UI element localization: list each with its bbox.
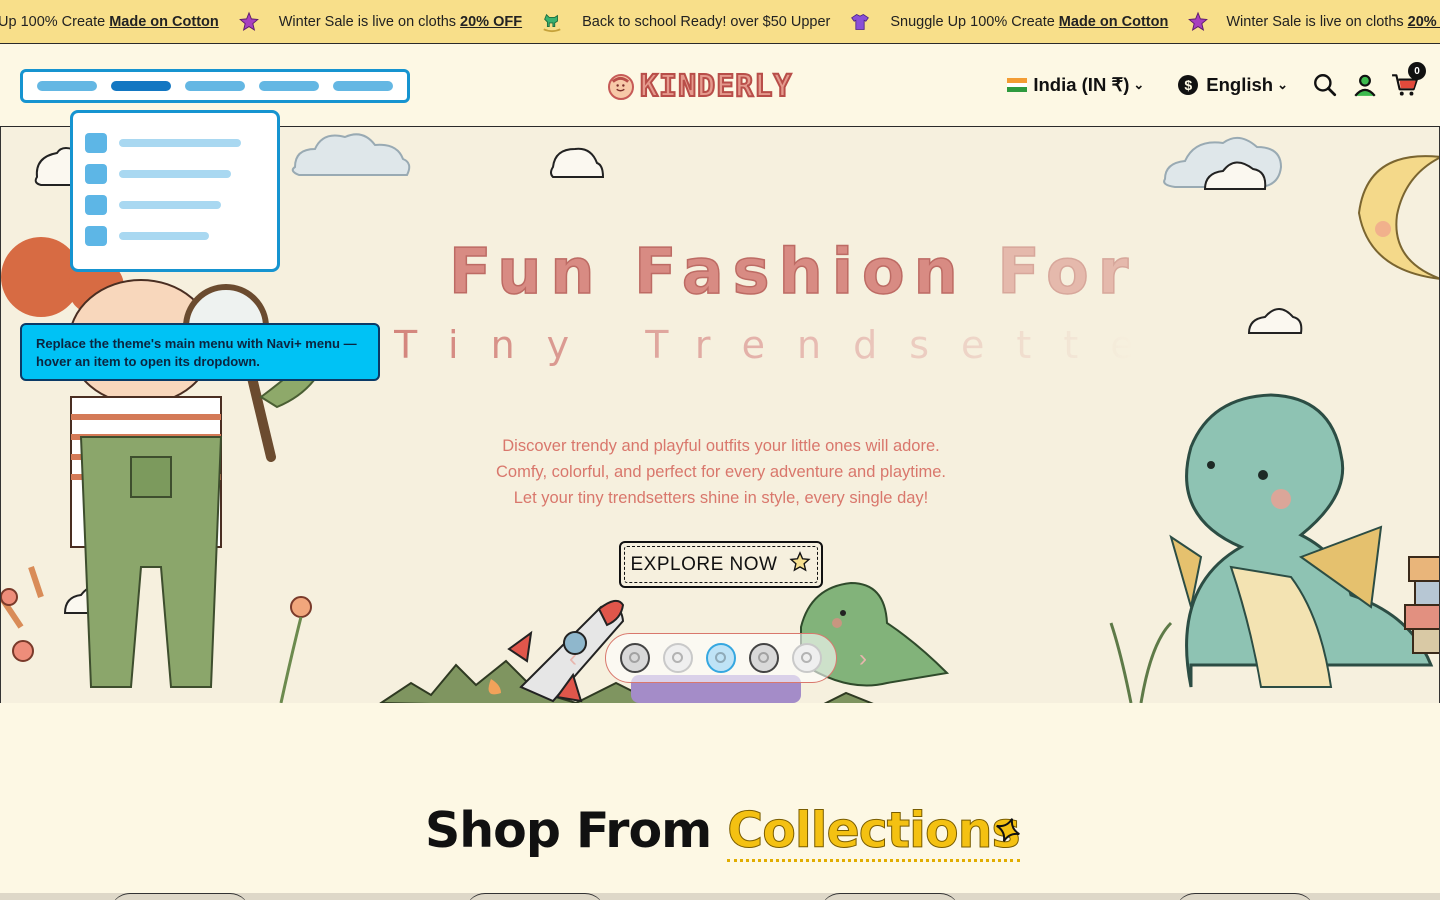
cloud-icon	[550, 147, 605, 178]
dropdown-item[interactable]	[85, 226, 265, 246]
site-logo[interactable]: KINDERLY	[608, 68, 793, 105]
announcement-item[interactable]: Back to school Ready! over $50 Upper	[582, 14, 830, 30]
hero-description: Discover trendy and playful outfits your…	[496, 437, 946, 507]
header-actions: India (IN ₹) ⌄ $ English ⌄ 0	[1007, 62, 1426, 100]
star-icon	[1168, 11, 1228, 33]
language-selector[interactable]: $ English ⌄	[1178, 74, 1288, 96]
collection-card-top[interactable]	[465, 893, 605, 900]
chevron-down-icon: ⌄	[1277, 77, 1288, 92]
shirt-icon	[830, 12, 890, 32]
dropdown-item[interactable]	[85, 164, 265, 184]
slide-dot-button-5[interactable]	[792, 643, 822, 673]
flower-illustration	[1, 588, 312, 703]
collection-card-top[interactable]	[820, 893, 960, 900]
dragon-illustration	[1169, 393, 1434, 688]
slide-dot-button-1[interactable]	[620, 643, 650, 673]
menu-item-placeholder[interactable]	[37, 81, 97, 91]
slide-dot-button-2[interactable]	[663, 643, 693, 673]
sparkle-icon	[993, 815, 1023, 850]
account-icon[interactable]	[1350, 70, 1380, 100]
cart-count-badge: 0	[1408, 62, 1426, 80]
star-icon	[219, 11, 279, 33]
dropdown-item-icon	[85, 133, 107, 153]
rocking-horse-icon	[522, 11, 582, 33]
menu-item-placeholder-active[interactable]	[111, 81, 171, 91]
announcement-item[interactable]: Winter Sale is live on cloths 20% OF	[1226, 14, 1440, 30]
girl-illustration	[1, 237, 333, 688]
collections-heading: Shop From Collections	[425, 802, 1021, 862]
country-selector[interactable]: India (IN ₹) ⌄	[1007, 74, 1144, 96]
cloud-icon	[291, 133, 411, 176]
dropdown-item-icon	[85, 164, 107, 184]
dropdown-item[interactable]	[85, 133, 265, 153]
hero-subtitle: Tiny Trendsetters	[394, 323, 1266, 367]
search-icon[interactable]	[1310, 70, 1340, 100]
cart-icon[interactable]: 0	[1390, 62, 1426, 100]
menu-item-placeholder[interactable]	[333, 81, 393, 91]
announcement-link[interactable]: 20% OFF	[460, 14, 522, 30]
dropdown-item-icon	[85, 226, 107, 246]
announcement-link[interactable]: Made on Cotton	[1059, 14, 1169, 30]
slide-dot-button-4[interactable]	[749, 643, 779, 673]
menu-item-placeholder[interactable]	[259, 81, 319, 91]
announcement-link[interactable]: 20% OF	[1408, 14, 1440, 30]
slide-dot-button-3-active[interactable]	[706, 643, 736, 673]
announcement-bar: Up 100% Create Made on Cotton Winter Sal…	[0, 0, 1440, 44]
star-icon	[789, 551, 812, 578]
menu-item-placeholder[interactable]	[185, 81, 245, 91]
collection-card-top[interactable]	[1175, 893, 1315, 900]
navi-tooltip: Replace the theme's main menu with Navi+…	[20, 323, 380, 381]
moon-illustration	[1357, 155, 1439, 280]
dropdown-item-icon	[85, 195, 107, 215]
chevron-down-icon: ⌄	[1133, 77, 1145, 92]
country-label: India (IN ₹)	[1033, 74, 1130, 95]
dropdown-item[interactable]	[85, 195, 265, 215]
navi-main-menu[interactable]	[20, 69, 410, 103]
announcement-item[interactable]: Winter Sale is live on cloths 20% OFF	[279, 14, 522, 30]
india-flag-icon	[1007, 78, 1028, 93]
logo-text: KINDERLY	[639, 68, 793, 105]
announcement-item[interactable]: Snuggle Up 100% Create Made on Cotton	[890, 14, 1168, 30]
announcement-link[interactable]: Made on Cotton	[109, 14, 219, 30]
prev-slide-arrow[interactable]: ‹	[569, 645, 577, 673]
slide-pagination	[605, 633, 837, 683]
collection-card-top[interactable]	[110, 893, 250, 900]
language-label: English	[1206, 74, 1274, 95]
next-slide-arrow[interactable]: ›	[859, 645, 867, 673]
hero-title: Fun Fashion For	[448, 234, 1138, 309]
explore-now-label: EXPLORE NOW	[630, 553, 778, 575]
announcement-track: Up 100% Create Made on Cotton Winter Sal…	[0, 0, 1440, 43]
currency-icon: $	[1178, 75, 1199, 95]
announcement-item[interactable]: Up 100% Create Made on Cotton	[0, 14, 219, 30]
kid-face-icon	[608, 73, 634, 100]
navi-dropdown-menu	[70, 110, 280, 272]
explore-now-button[interactable]: EXPLORE NOW	[619, 541, 823, 588]
